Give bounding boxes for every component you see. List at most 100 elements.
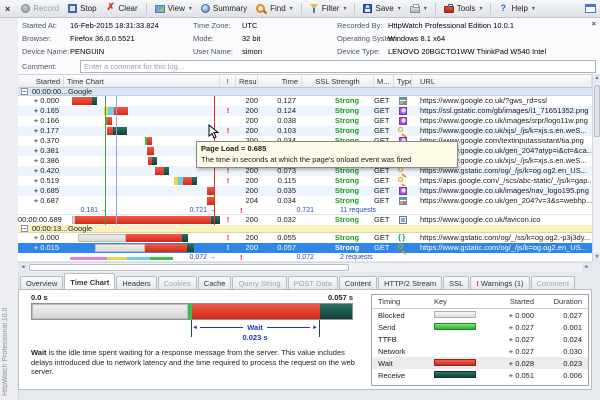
page-group-header[interactable]: −00:00:13...Google [18,225,592,233]
request-row[interactable]: + 0.000!2000.055StrongGEThttps://www.gst… [18,233,592,243]
timing-key [434,371,484,380]
info-close-icon[interactable]: × [592,19,596,28]
time-chart-bar [78,234,188,242]
page-summary-row[interactable]: 0.072 →!0.0722 requests [18,253,592,262]
stop-icon [68,4,77,13]
timing-row[interactable]: Blocked+ 0.0000.027 [372,309,588,321]
toolbar-clear-button[interactable]: Clear [102,3,142,15]
tab-warnings-1[interactable]: !Warnings (1) [470,276,529,289]
column-header-ssl-strength[interactable]: SSL Strength [302,75,374,87]
toolbar-save-button[interactable]: Save▾ [359,3,404,14]
request-time: 0.103 [258,126,302,136]
arrow-right-icon: ► [312,324,318,332]
timing-row[interactable]: Receive+ 0.0510.006 [372,369,588,381]
scale-end-label: 0.057 s [313,293,353,302]
tab-comment[interactable]: Comment [531,276,576,289]
toolbar-summary-button[interactable]: Summary [197,3,251,14]
window-icon[interactable] [585,4,596,13]
session-label: Recorded By: [337,21,382,30]
result-code: 200 [236,96,258,106]
wait-marker-line [319,320,320,337]
help-icon [499,4,508,14]
column-header-started[interactable]: Started [18,75,64,87]
tab-post-data[interactable]: POST Data [288,276,338,289]
toolbar-button-label: Record [33,4,59,13]
column-header-url[interactable]: URL [412,75,592,87]
dropdown-arrow-icon: ▾ [479,5,482,12]
tab-label: Time Chart [70,278,109,287]
group-page-title: Google [68,225,92,233]
toolbar-print-button[interactable]: ▾ [406,3,431,14]
collapse-icon[interactable]: − [21,225,28,232]
column-header-type[interactable]: Type [394,75,412,87]
toolbar-button-label: Save [375,4,393,13]
timing-duration: 0.030 [534,347,582,356]
column-header-result[interactable]: Result [236,75,258,87]
record-icon [21,4,30,13]
request-time: 0.115 [258,176,302,186]
column-header-m-[interactable]: M... [374,75,394,87]
toolbar-stop-button[interactable]: Stop [64,3,100,14]
time-chart-bar [174,177,197,185]
event-strip-segment [150,257,173,260]
comment-label: Comment: [22,62,57,71]
toolbar-filter-button[interactable]: Filter▾ [306,3,351,14]
tab-overview[interactable]: Overview [20,276,63,289]
column-header--[interactable]: ! [220,75,236,87]
tab-headers[interactable]: Headers [116,276,156,289]
mouse-cursor [208,124,220,140]
toolbar-find-button[interactable]: Find▾ [252,3,297,15]
timing-row[interactable]: Wait+ 0.0280.023 [372,357,588,369]
tab-query-string[interactable]: Query String [232,276,286,289]
timing-row[interactable]: Network+ 0.0270.030 [372,345,588,357]
column-header-time-chart[interactable]: Time Chart [64,75,220,87]
scroll-right-icon[interactable]: ► [582,263,592,272]
request-url: https://ssl.gstatic.com/gb/images/i1_716… [412,106,592,116]
page-group-header[interactable]: −00:00:00...Google [18,88,592,96]
scroll-left-icon[interactable]: ◄ [18,263,28,272]
timing-row[interactable]: TTFB+ 0.0270.024 [372,333,588,345]
toolbar-tools-button[interactable]: Tools▾ [440,3,487,14]
request-time-chart [64,106,220,116]
time-chart-bar [207,197,214,205]
request-row[interactable]: + 0.015!2000.057StrongGEThttps://www.gst… [18,243,592,253]
type-cell [394,126,412,136]
request-started: + 0.519 [18,176,64,186]
column-header-time[interactable]: Time [258,75,302,87]
request-url: https://www.google.co.uk/xjs/_/js/k=xjs.… [412,126,592,136]
time-chart-bar [72,97,97,105]
comment-input[interactable] [80,60,596,73]
result-code: 200 [236,106,258,116]
scale-start-label: 0.0 s [31,293,48,302]
vertical-scrollbar[interactable]: ▲ ▼ [592,74,600,262]
timing-table: TimingKeyStartedDurationBlocked+ 0.0000.… [371,294,589,386]
scroll-down-icon[interactable]: ▼ [593,253,600,262]
httpwatch-window: × Record StopClear View▾SummaryFind▾ Filter… [0,0,600,400]
scroll-up-icon[interactable]: ▲ [593,74,600,83]
toolbar-help-button[interactable]: Help▾ [495,3,538,15]
warning-indicator: ! [220,126,236,136]
request-started: + 0.381 [18,146,64,156]
toolbar-record-button[interactable]: Record [17,3,63,14]
warning-indicator: ! [220,233,236,243]
horizontal-scrollbar[interactable]: ◄ ► [18,262,592,272]
tab-time-chart[interactable]: Time Chart [64,273,115,289]
session-value: 16-Feb-2015 18:31:33.824 [70,21,159,30]
result-code: 200 [236,215,258,225]
tab-cache[interactable]: Cache [198,276,232,289]
vertical-scroll-thumb[interactable] [594,85,600,137]
tab-content[interactable]: Content [339,276,377,289]
timing-key-swatch-green [434,323,476,330]
horizontal-scroll-thumb[interactable] [29,264,349,271]
timing-row[interactable]: Send+ 0.0270.001 [372,321,588,333]
collapse-icon[interactable]: − [21,88,28,95]
request-time-chart [64,116,220,126]
close-icon[interactable]: × [5,4,10,14]
tab-cookies[interactable]: Cookies [158,276,197,289]
request-time-chart [64,233,220,243]
tab-ssl[interactable]: SSL [443,276,469,289]
tab-http-2-stream[interactable]: HTTP/2 Stream [378,276,442,289]
toolbar-view-button[interactable]: View▾ [151,3,196,14]
image-icon [399,117,407,125]
ssl-strength: Strong [302,126,374,136]
